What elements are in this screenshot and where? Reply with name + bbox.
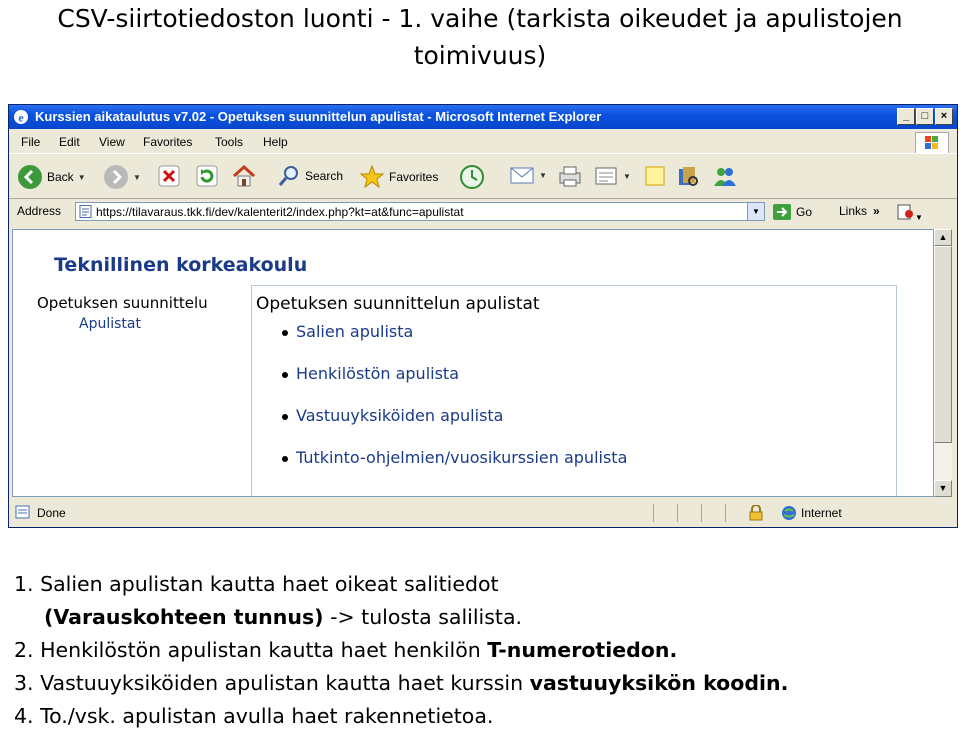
address-input[interactable]: https://tilavaraus.tkk.fi/dev/kalenterit… (75, 202, 765, 221)
toolbar: Back ▼ ▼ Search Favorites ▼ ▼ (9, 153, 957, 199)
go-button[interactable]: Go (773, 204, 812, 220)
svg-text:e: e (18, 111, 24, 125)
note-icon (645, 166, 665, 186)
note-1b-bold: (Varauskohteen tunnus) (44, 605, 324, 629)
stop-button[interactable] (157, 164, 181, 188)
search-icon (278, 166, 298, 186)
menu-edit[interactable]: Edit (59, 135, 80, 149)
note-1b: (Varauskohteen tunnus) -> tulosta salili… (14, 601, 954, 634)
menu-help[interactable]: Help (263, 135, 288, 149)
page-done-icon (15, 505, 30, 519)
link-vastuuyksikoiden-apulista[interactable]: Vastuuyksiköiden apulista (276, 406, 627, 448)
back-button[interactable]: Back ▼ (17, 164, 86, 190)
security-zone-label: Internet (801, 506, 842, 520)
history-icon (460, 165, 484, 189)
search-button[interactable]: Search (277, 164, 343, 188)
browser-window: e Kurssien aikataulutus v7.02 - Opetukse… (8, 104, 958, 528)
research-book-icon (679, 167, 698, 186)
links-button[interactable]: Links» (839, 204, 880, 218)
side-nav-title[interactable]: Opetuksen suunnittelu (37, 294, 208, 312)
apulistat-panel: Opetuksen suunnittelun apulistat Salien … (251, 285, 897, 496)
organization-name: Teknillinen korkeakoulu (54, 254, 308, 276)
addon-button[interactable]: ▼ (897, 204, 923, 223)
menu-file[interactable]: File (21, 135, 40, 149)
mail-icon (510, 167, 534, 184)
favorites-button[interactable]: Favorites (359, 164, 438, 190)
note-3-bold: vastuuyksikön koodin. (529, 671, 789, 695)
link-tutkinto-ohjelmien-apulista[interactable]: Tutkinto-ohjelmien/vuosikurssien apulist… (276, 448, 627, 490)
note-2-text: 2. Henkilöstön apulistan kautta haet hen… (14, 638, 488, 662)
note-4: 4. To./vsk. apulistan avulla haet rakenn… (14, 704, 494, 728)
page-icon (79, 205, 92, 218)
instruction-notes: 1. Salien apulistan kautta haet oikeat s… (14, 568, 954, 733)
title-bar: e Kurssien aikataulutus v7.02 - Opetukse… (9, 105, 957, 129)
back-label: Back (47, 170, 74, 184)
menu-tools[interactable]: Tools (215, 135, 243, 149)
note-2-bold: T-numerotiedon. (487, 638, 678, 662)
links-label: Links (839, 204, 868, 218)
panel-title: Opetuksen suunnittelun apulistat (256, 294, 540, 314)
research-button[interactable] (675, 164, 701, 190)
status-divider (677, 504, 678, 522)
apulista-links: Salien apulista Henkilöstön apulista Vas… (276, 322, 627, 490)
scroll-down-button[interactable]: ▼ (934, 480, 952, 497)
notes-button[interactable] (643, 164, 667, 188)
printer-icon (559, 166, 581, 187)
internet-globe-icon (782, 506, 796, 520)
home-button[interactable] (231, 164, 257, 188)
vertical-scrollbar[interactable]: ▲ ▼ (934, 229, 952, 497)
messenger-icon (714, 168, 736, 186)
favorites-label: Favorites (389, 170, 439, 184)
address-url: https://tilavaraus.tkk.fi/dev/kalenterit… (96, 205, 464, 219)
messenger-button[interactable] (711, 164, 739, 190)
note-3: 3. Vastuuyksiköiden apulistan kautta hae… (14, 667, 954, 700)
status-divider (725, 504, 726, 522)
edit-page-icon (595, 167, 617, 185)
link-henkiloston-apulista[interactable]: Henkilöstön apulista (276, 364, 627, 406)
ie-icon: e (14, 110, 28, 125)
status-bar: Done Internet (9, 501, 957, 525)
status-divider (653, 504, 654, 522)
star-icon (359, 164, 385, 189)
search-label: Search (305, 169, 344, 183)
lock-icon (749, 505, 763, 521)
slide-title: CSV-siirtotiedoston luonti - 1. vaihe (t… (57, 4, 903, 70)
window-title: Kurssien aikataulutus v7.02 - Opetuksen … (35, 109, 602, 124)
forward-button[interactable]: ▼ (103, 164, 141, 190)
note-2: 2. Henkilöstön apulistan kautta haet hen… (14, 634, 954, 667)
menu-view[interactable]: View (99, 135, 125, 149)
mail-button[interactable]: ▼ (509, 164, 547, 186)
page-content: Teknillinen korkeakoulu Opetuksen suunni… (12, 229, 934, 497)
maximize-button[interactable]: □ (916, 108, 934, 125)
go-arrow-icon (773, 204, 791, 220)
scroll-thumb[interactable] (934, 246, 952, 443)
side-nav-apulistat[interactable]: Apulistat (79, 316, 141, 332)
go-label: Go (796, 205, 813, 219)
close-button[interactable]: × (935, 108, 953, 125)
refresh-button[interactable] (195, 164, 219, 188)
back-arrow-icon (18, 165, 42, 189)
note-1a: 1. Salien apulistan kautta haet oikeat s… (14, 572, 499, 596)
minimize-button[interactable]: _ (897, 108, 915, 125)
edit-button[interactable]: ▼ (593, 164, 631, 188)
menu-bar: File Edit View Favorites Tools Help (9, 130, 957, 154)
note-3-text: 3. Vastuuyksiköiden apulistan kautta hae… (14, 671, 530, 695)
stop-icon (158, 165, 180, 187)
note-1b-rest: -> tulosta salilista. (323, 605, 523, 629)
address-bar: Address https://tilavaraus.tkk.fi/dev/ka… (9, 198, 957, 225)
address-dropdown-button[interactable]: ▼ (747, 203, 764, 220)
history-button[interactable] (459, 164, 485, 190)
forward-arrow-icon (104, 165, 128, 189)
refresh-icon (196, 165, 218, 187)
windows-logo-icon (915, 132, 949, 154)
menu-favorites[interactable]: Favorites (143, 135, 192, 149)
status-divider (701, 504, 702, 522)
address-label: Address (17, 204, 62, 218)
link-salien-apulista[interactable]: Salien apulista (276, 322, 627, 364)
addon-icon (897, 204, 913, 220)
home-icon (232, 164, 256, 187)
scroll-up-button[interactable]: ▲ (934, 229, 952, 246)
status-text: Done (37, 506, 66, 520)
print-button[interactable] (557, 164, 583, 188)
